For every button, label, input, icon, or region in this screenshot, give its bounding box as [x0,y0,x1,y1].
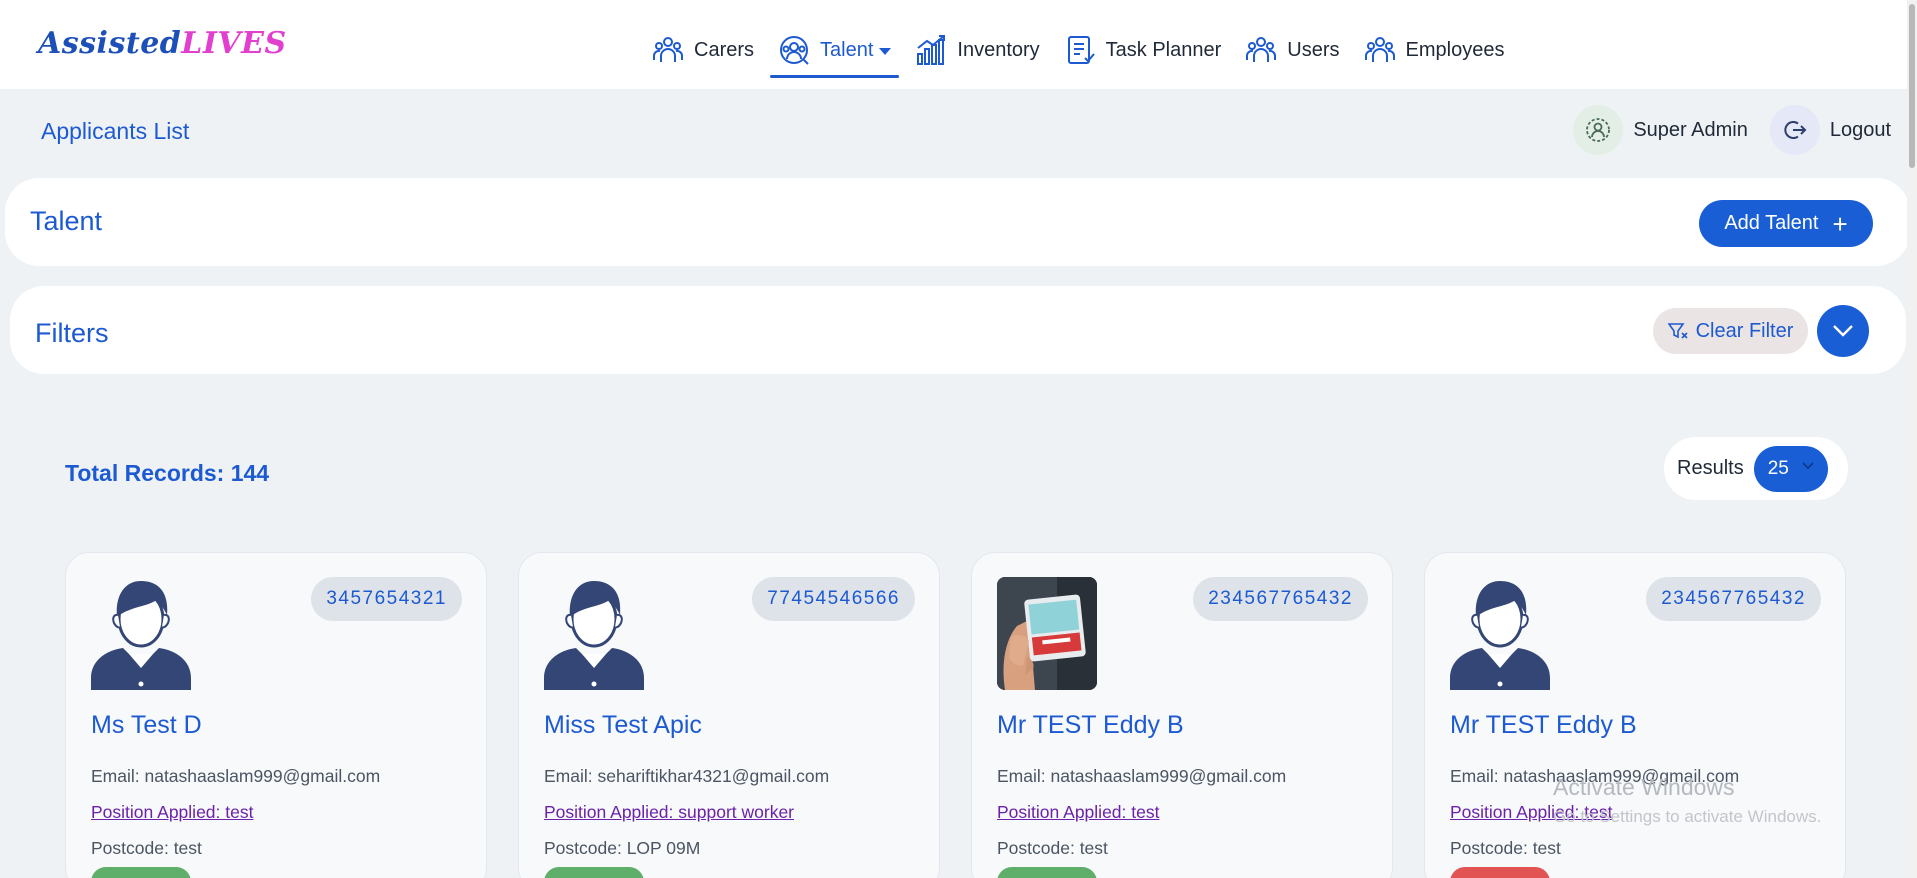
filters-toggle-button[interactable] [1817,305,1869,357]
applicant-id-badge: 234567765432 [1193,577,1368,621]
applicant-name[interactable]: Mr TEST Eddy B [1450,711,1637,740]
status-pill[interactable] [544,867,644,878]
nav-item-talent[interactable]: Talent [766,22,903,78]
scrollbar-thumb[interactable] [1909,4,1915,168]
nav-item-employees[interactable]: Employees [1352,22,1517,78]
nav-label: Employees [1405,38,1505,61]
admin-avatar-icon[interactable] [1573,105,1624,155]
applicant-position-link[interactable]: Position Applied: support worker [544,802,794,823]
applicant-id-badge: 234567765432 [1646,577,1821,621]
logout-icon[interactable] [1769,105,1820,155]
group-icon [653,37,683,62]
caret-down-icon [879,47,892,55]
applicant-email: Email: natashaaslam999@gmail.com [91,766,381,786]
status-pill[interactable] [1450,867,1550,878]
activation-watermark-subtitle: Go to Settings to activate Windows. [1553,807,1822,826]
add-talent-button[interactable]: Add Talent + [1699,200,1873,247]
activation-watermark-title: Activate Windows [1553,774,1735,800]
user-name[interactable]: Super Admin [1633,119,1748,142]
group-icon [1364,37,1395,62]
top-bar: AssistedLIVES Carers Talent Inventory Ta… [0,0,1917,89]
logo-text-lives: LIVES [181,26,287,61]
nav-label: Inventory [957,38,1040,61]
avatar-placeholder-icon [1450,581,1550,690]
applicant-name[interactable]: Ms Test D [91,711,202,740]
chart-icon [917,35,946,65]
group-icon [1246,37,1277,62]
applicant-postcode: Postcode: test [997,838,1108,858]
logo-text-assisted: Assisted [38,26,182,61]
applicant-id-badge: 3457654321 [311,577,462,621]
id-card-photo-icon [997,577,1097,690]
nav-label: Task Planner [1105,38,1222,61]
add-talent-label: Add Talent [1724,212,1819,234]
avatar-placeholder-icon [91,581,191,690]
results-select[interactable]: 25 [1753,445,1828,492]
applicant-position-link[interactable]: Position Applied: test [91,802,253,823]
applicant-postcode: Postcode: LOP 09M [544,838,701,858]
clipboard-icon [1067,36,1095,64]
clear-filter-label: Clear Filter [1695,319,1794,342]
results-per-page: Results 25 [1664,437,1848,500]
applicant-position-link[interactable]: Position Applied: test [997,802,1159,823]
logout-link[interactable]: Logout [1830,119,1891,142]
chevron-down-icon [1802,461,1814,469]
applicant-card[interactable]: 77454546566 Miss Test Apic Email: sehari… [518,552,940,878]
plus-icon: + [1832,208,1848,239]
applicant-id-badge: 77454546566 [752,577,915,621]
nav-label: Users [1287,38,1340,61]
nav-item-task-planner[interactable]: Task Planner [1052,22,1234,78]
results-label: Results [1677,457,1744,479]
results-value: 25 [1767,457,1789,479]
talent-icon [780,36,809,65]
applicant-email: Email: natashaaslam999@gmail.com [997,766,1287,786]
user-area: Super Admin Logout [1573,105,1891,155]
page-scrollbar[interactable] [1907,0,1917,878]
breadcrumb: Applicants List [41,118,190,144]
applicant-card[interactable]: 234567765432 Mr TEST Eddy B Email: natas… [971,552,1393,878]
applicant-name[interactable]: Miss Test Apic [544,711,702,740]
nav-label: Talent [820,38,874,61]
filters-panel [10,286,1906,374]
applicant-photo [997,577,1097,690]
nav-item-users[interactable]: Users [1233,22,1351,78]
filter-clear-icon [1667,323,1688,339]
talent-title: Talent [30,206,103,236]
filters-title: Filters [35,318,109,348]
nav-item-inventory[interactable]: Inventory [903,22,1051,78]
status-pill[interactable] [997,867,1097,878]
logo[interactable]: AssistedLIVES [38,26,287,61]
talent-panel [5,178,1910,266]
status-pill[interactable] [91,867,191,878]
applicant-email: Email: sehariftikhar4321@gmail.com [544,766,830,786]
applicant-card[interactable]: 3457654321 Ms Test D Email: natashaaslam… [65,552,487,878]
clear-filter-button[interactable]: Clear Filter [1653,308,1808,354]
nav-item-carers[interactable]: Carers [640,22,766,78]
applicant-postcode: Postcode: test [1450,838,1561,858]
applicant-postcode: Postcode: test [91,838,202,858]
applicant-name[interactable]: Mr TEST Eddy B [997,711,1184,740]
main-nav: Carers Talent Inventory Task Planner Use… [640,20,1516,80]
total-records: Total Records: 144 [65,460,270,486]
nav-label: Carers [694,38,755,61]
avatar-placeholder-icon [544,581,644,690]
chevron-down-icon [1833,325,1853,337]
applicant-card[interactable]: 234567765432 Mr TEST Eddy B Email: natas… [1424,552,1846,878]
